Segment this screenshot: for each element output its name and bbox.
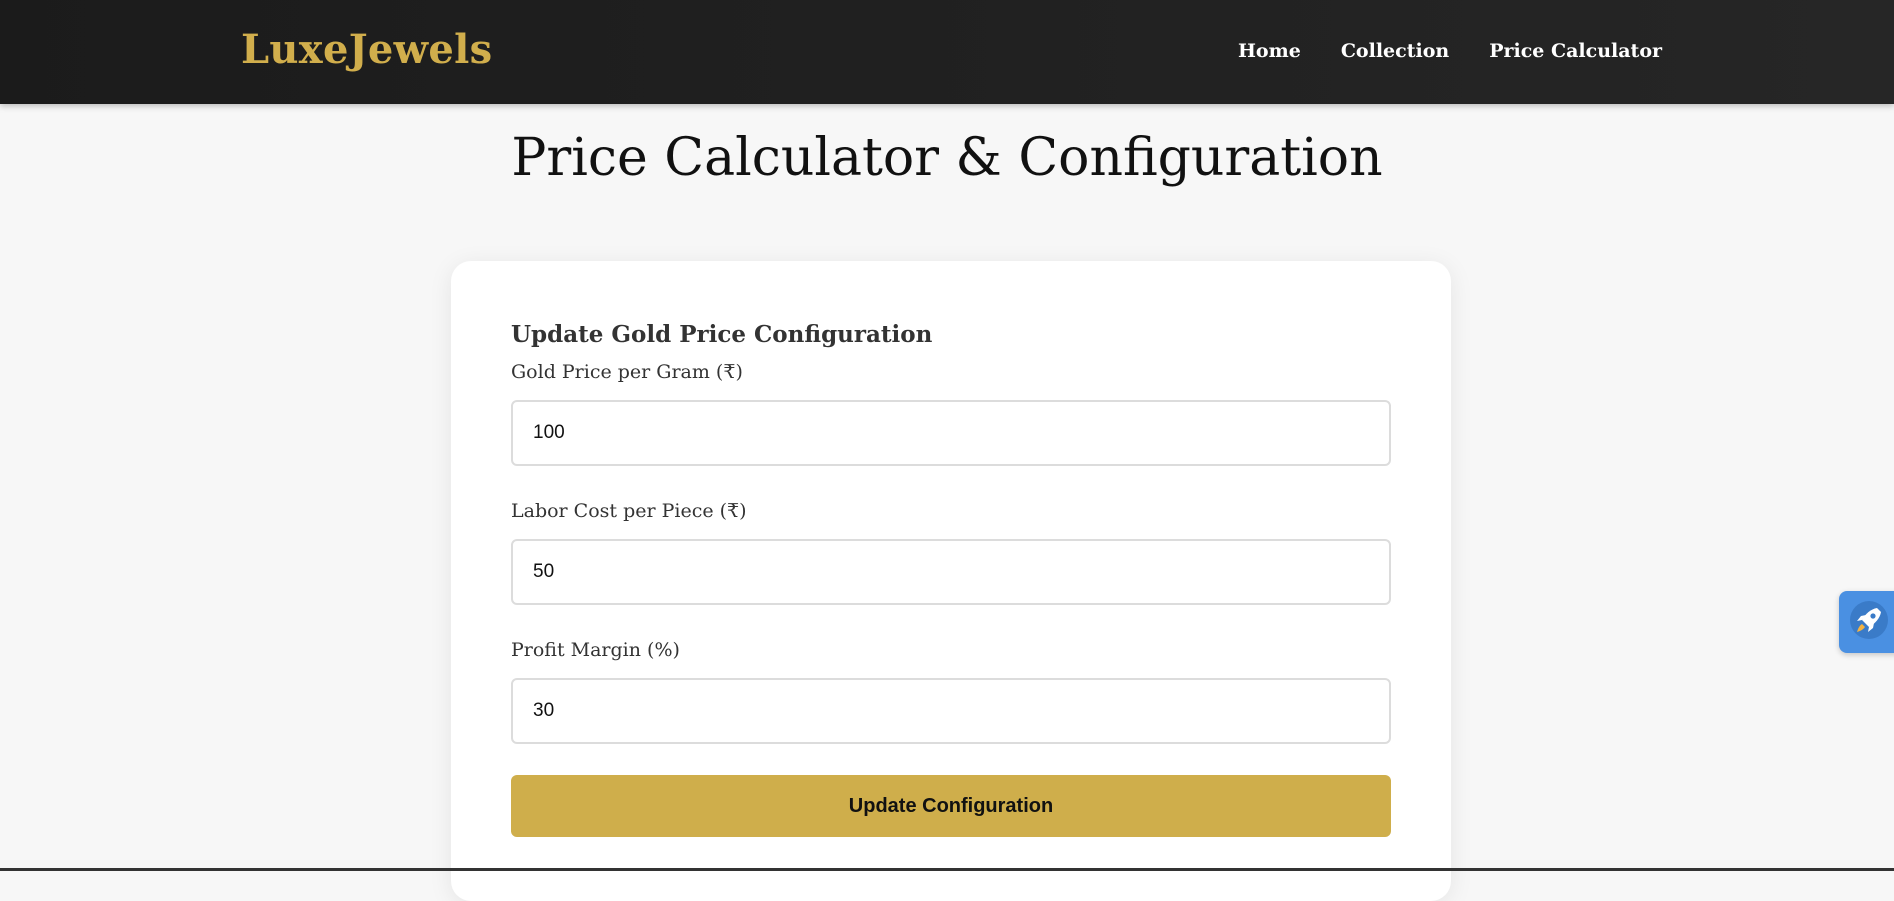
main-nav: Home Collection Price Calculator <box>1238 40 1662 62</box>
gold-price-input[interactable] <box>511 400 1391 466</box>
floating-action-button[interactable] <box>1839 591 1894 653</box>
gold-price-label: Gold Price per Gram (₹) <box>511 361 743 383</box>
labor-cost-label: Labor Cost per Piece (₹) <box>511 500 747 522</box>
config-heading: Update Gold Price Configuration <box>511 321 933 348</box>
config-card: Update Gold Price Configuration Gold Pri… <box>451 261 1451 901</box>
profit-margin-label: Profit Margin (%) <box>511 639 680 661</box>
page-title: Price Calculator & Configuration <box>511 128 1383 188</box>
profit-margin-input[interactable] <box>511 678 1391 744</box>
nav-link-price-calculator[interactable]: Price Calculator <box>1489 40 1662 62</box>
rocket-icon <box>1849 600 1889 644</box>
labor-cost-input[interactable] <box>511 539 1391 605</box>
top-navbar: LuxeJewels Home Collection Price Calcula… <box>0 0 1894 104</box>
nav-link-home[interactable]: Home <box>1238 40 1301 62</box>
update-configuration-button[interactable]: Update Configuration <box>511 775 1391 837</box>
nav-link-collection[interactable]: Collection <box>1341 40 1449 62</box>
site-logo[interactable]: LuxeJewels <box>241 26 492 73</box>
